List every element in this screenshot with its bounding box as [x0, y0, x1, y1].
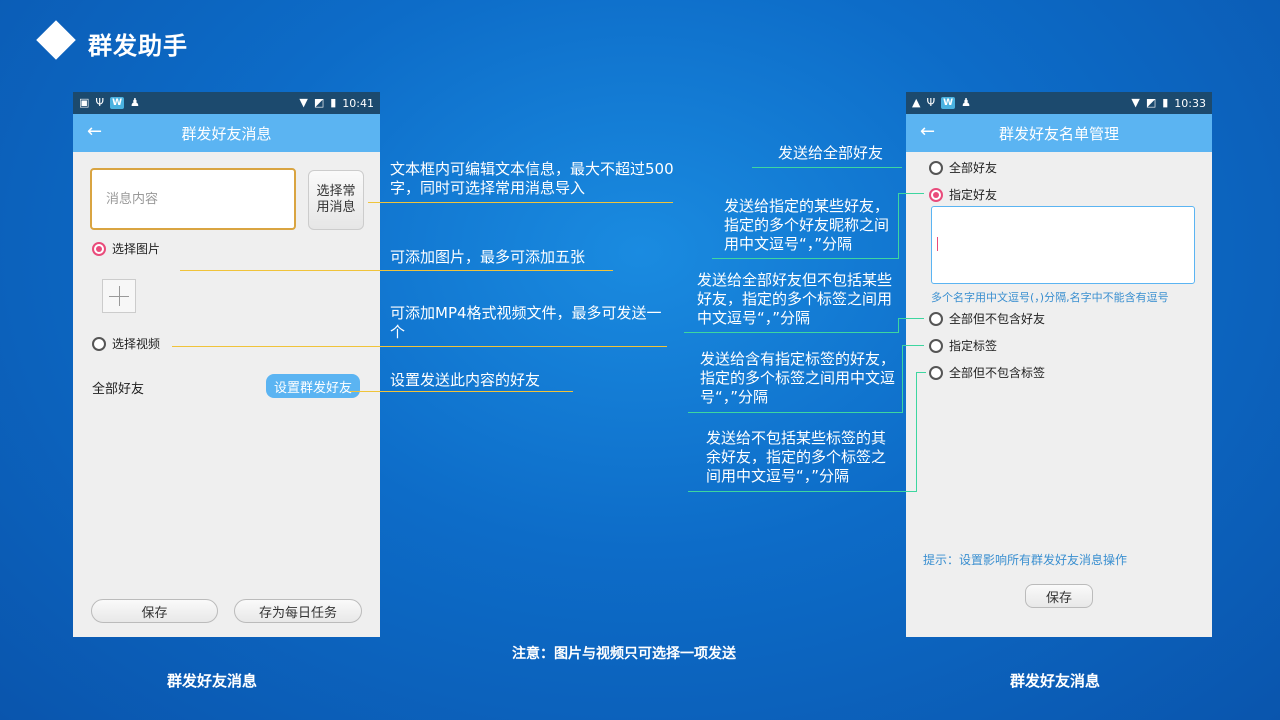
annotation-text-box: 文本框内可编辑文本信息，最大不超过500字，同时可选择常用消息导入	[390, 160, 674, 197]
radio-all-except-friends[interactable]: 全部但不包含好友	[929, 310, 1045, 327]
radio-specified-friends[interactable]: 指定好友	[929, 186, 997, 203]
save-button[interactable]: 保存	[91, 599, 218, 623]
annotation-all-friends: 发送给全部好友	[778, 144, 884, 162]
radio-all-except-tags-label: 全部但不包含标签	[949, 366, 1046, 380]
wifi-icon: ▼	[299, 96, 308, 109]
back-arrow-icon[interactable]: ←	[87, 121, 102, 142]
usb-icon: Ψ	[95, 96, 105, 109]
radio-all-friends-label: 全部好友	[949, 161, 998, 175]
annotation-line	[898, 318, 899, 333]
radio-selected-icon[interactable]	[92, 241, 106, 256]
radio-select-video[interactable]: 选择视频	[92, 335, 160, 352]
radio-select-image-label: 选择图片	[112, 242, 161, 256]
no-sim-icon: ◩	[313, 96, 325, 109]
radio-unselected-icon[interactable]	[929, 365, 943, 380]
no-sim-icon: ◩	[1145, 96, 1157, 109]
annotation-line	[898, 318, 924, 319]
message-content-box[interactable]	[90, 168, 296, 230]
radio-select-video-label: 选择视频	[112, 337, 161, 351]
radio-unselected-icon[interactable]	[929, 338, 943, 353]
annotation-line	[898, 193, 899, 259]
warning-icon: ▲	[912, 96, 921, 109]
annotation-add-image: 可添加图片，最多可添加五张	[390, 248, 586, 266]
annotation-line	[688, 412, 902, 413]
status-time: 10:41	[342, 96, 374, 110]
app-bar-title: 群发好友名单管理	[998, 124, 1119, 143]
status-time: 10:33	[1174, 96, 1206, 110]
annotation-line	[368, 202, 673, 203]
radio-unselected-icon[interactable]	[92, 336, 106, 351]
add-image-plus-icon[interactable]	[102, 279, 136, 313]
save-as-daily-task-button[interactable]: 存为每日任务	[234, 599, 362, 623]
image-icon: ▣	[79, 96, 90, 109]
radio-unselected-icon[interactable]	[929, 311, 943, 326]
annotation-line	[172, 346, 667, 347]
choose-common-message-button[interactable]: 选择常用消息	[308, 170, 364, 230]
right-phone-screen: ▲ Ψ W ♟ ▼ ◩ ▮ 10:33 ← 群发好友名单管理 全部好友 指定好友…	[906, 92, 1212, 637]
page-title: 群发助手	[88, 32, 188, 60]
save-button[interactable]: 保存	[1025, 584, 1093, 608]
annotation-add-video: 可添加MP4格式视频文件，最多可发送一个	[390, 304, 662, 341]
notice-text: 注意：图片与视频只可选择一项发送	[512, 646, 736, 662]
logo-diamond-icon	[36, 20, 76, 60]
android-icon: ♟	[130, 96, 140, 109]
annotation-line	[902, 345, 903, 413]
app-bar-title: 群发好友消息	[181, 124, 272, 143]
message-content-input[interactable]	[92, 170, 294, 229]
annotation-line	[752, 167, 902, 168]
annotation-line	[350, 391, 573, 392]
annotation-specified-friends: 发送给指定的某些好友，指定的多个好友昵称之间用中文逗号“，”分隔	[724, 197, 890, 253]
annotation-line	[180, 270, 613, 271]
battery-icon: ▮	[1162, 96, 1169, 109]
usb-icon: Ψ	[926, 96, 936, 109]
text-cursor	[937, 237, 938, 251]
back-arrow-icon[interactable]: ←	[920, 121, 935, 142]
radio-specified-tags-label: 指定标签	[949, 339, 998, 353]
annotation-line	[712, 258, 898, 259]
names-hint-text: 多个名字用中文逗号(，)分隔,名字中不能含有逗号	[931, 291, 1169, 304]
wifi-icon: ▼	[1131, 96, 1140, 109]
radio-all-friends[interactable]: 全部好友	[929, 159, 997, 176]
annotation-line	[688, 491, 916, 492]
app-bar: ← 群发好友消息	[73, 114, 380, 152]
annotation-set-friends: 设置发送此内容的好友	[390, 371, 541, 389]
friend-names-textarea[interactable]	[931, 206, 1195, 284]
radio-unselected-icon[interactable]	[929, 160, 943, 175]
annotation-all-except-friends: 发送给全部好友但不包括某些好友，指定的多个标签之间用中文逗号“，”分隔	[697, 271, 893, 327]
app-w-icon: W	[110, 97, 125, 109]
annotation-line	[902, 345, 924, 346]
annotation-line	[916, 372, 917, 492]
battery-icon: ▮	[330, 96, 337, 109]
status-bar: ▣ Ψ W ♟ ▼ ◩ ▮ 10:41	[73, 92, 380, 114]
annotation-specified-tags: 发送给含有指定标签的好友，指定的多个标签之间用中文逗号“，”分隔	[700, 350, 896, 406]
left-phone-screen: ▣ Ψ W ♟ ▼ ◩ ▮ 10:41 ← 群发好友消息 选择常用消息 选择图片…	[73, 92, 380, 637]
status-bar: ▲ Ψ W ♟ ▼ ◩ ▮ 10:33	[906, 92, 1212, 114]
annotation-line	[684, 332, 898, 333]
app-w-icon: W	[941, 97, 956, 109]
radio-select-image[interactable]: 选择图片	[92, 240, 160, 257]
set-group-friends-button[interactable]: 设置群发好友	[266, 374, 360, 398]
annotation-line	[898, 193, 924, 194]
right-caption: 群发好友消息	[1010, 672, 1101, 690]
radio-specified-friends-label: 指定好友	[949, 188, 998, 202]
annotation-all-except-tags: 发送给不包括某些标签的其余好友，指定的多个标签之间用中文逗号“，”分隔	[706, 429, 887, 485]
annotation-line	[916, 372, 926, 373]
left-caption: 群发好友消息	[167, 672, 258, 690]
radio-all-except-friends-label: 全部但不包含好友	[949, 312, 1046, 326]
android-icon: ♟	[961, 96, 971, 109]
tip-text: 提示：设置影响所有群发好友消息操作	[923, 553, 1128, 567]
radio-specified-tags[interactable]: 指定标签	[929, 337, 997, 354]
radio-selected-icon[interactable]	[929, 187, 943, 202]
all-friends-text: 全部好友	[92, 382, 145, 397]
radio-all-except-tags[interactable]: 全部但不包含标签	[929, 364, 1045, 381]
app-bar: ← 群发好友名单管理	[906, 114, 1212, 152]
